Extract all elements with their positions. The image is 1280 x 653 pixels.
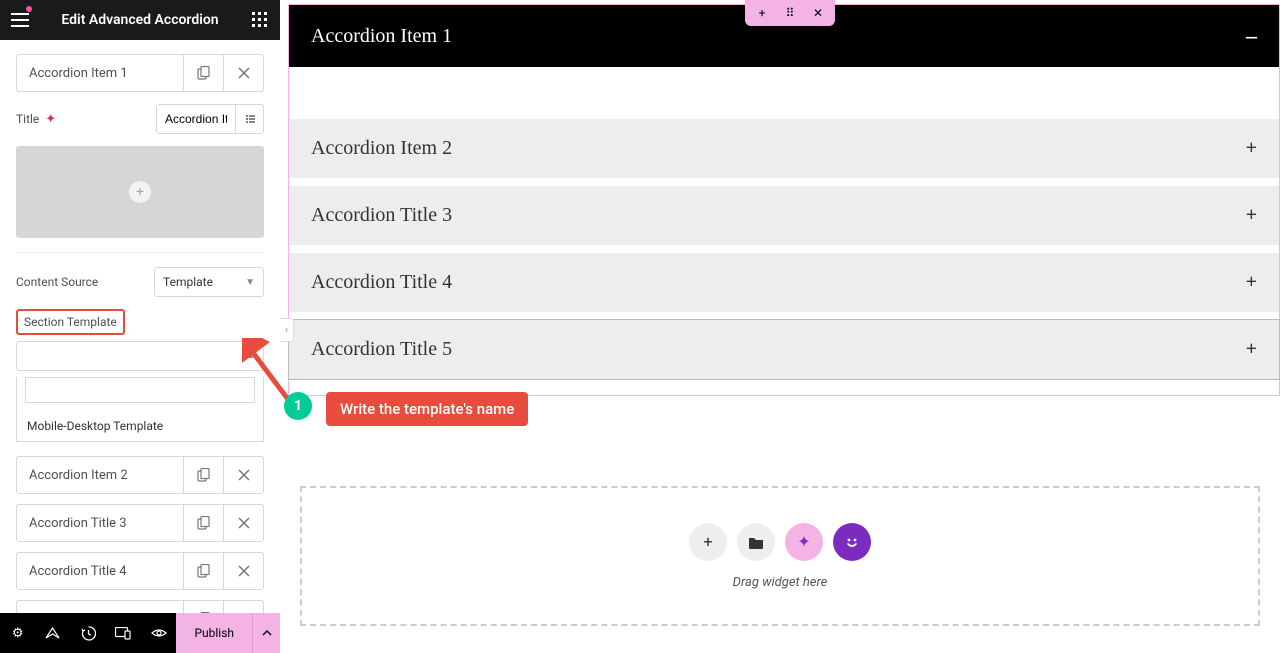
widget-dropzone[interactable]: + ✦ Drag widget here	[300, 486, 1260, 626]
dynamic-tags-icon[interactable]	[235, 105, 263, 133]
navigator-icon[interactable]	[35, 613, 70, 653]
apps-grid-icon[interactable]	[248, 8, 272, 32]
repeater-item-3[interactable]: Accordion Title 3	[16, 504, 264, 542]
section-template-dropdown: Mobile-Desktop Template	[16, 377, 264, 442]
image-upload[interactable]: +	[16, 146, 264, 238]
section-toolbar: + ⠿ ✕	[745, 0, 835, 26]
notification-dot-icon	[26, 6, 32, 12]
template-search-input[interactable]	[25, 377, 255, 403]
repeater-item-label: Accordion Item 1	[17, 66, 183, 81]
add-section-icon[interactable]: +	[753, 4, 771, 22]
dropzone-actions: + ✦	[689, 523, 871, 561]
expand-icon: +	[1246, 271, 1257, 294]
duplicate-icon[interactable]	[183, 55, 223, 91]
ai-sparkle-icon[interactable]: ✦	[785, 523, 823, 561]
divider	[16, 252, 264, 253]
content-source-label: Content Source	[16, 275, 98, 289]
section-template-label: Section Template	[16, 309, 125, 335]
repeater-item-label: Accordion Title 3	[17, 516, 183, 531]
expand-icon: +	[1246, 338, 1257, 361]
annotation-label: Write the template's name	[326, 392, 528, 426]
responsive-icon[interactable]	[106, 613, 141, 653]
title-input[interactable]	[157, 105, 235, 133]
accordion-item[interactable]: Accordion Title 5 +	[289, 320, 1279, 379]
publish-options-icon[interactable]	[252, 613, 280, 653]
accordion-item-title: Accordion Title 5	[311, 338, 452, 361]
duplicate-icon[interactable]	[183, 553, 223, 589]
elementor-face-icon[interactable]	[833, 523, 871, 561]
close-icon[interactable]	[223, 601, 263, 613]
annotation-step-badge: 1	[284, 392, 312, 420]
collapse-sidebar-icon[interactable]: ‹	[280, 318, 294, 342]
content-source-select[interactable]: Template ▼	[154, 267, 264, 297]
add-image-icon: +	[129, 181, 151, 203]
content-source-value: Template	[163, 275, 213, 289]
expand-icon: +	[1246, 137, 1257, 160]
dropzone-text: Drag widget here	[733, 575, 828, 590]
panel-title: Edit Advanced Accordion	[32, 12, 248, 28]
repeater-item-1[interactable]: Accordion Item 1	[16, 54, 264, 92]
accordion-item-title: Accordion Title 4	[311, 271, 452, 294]
close-icon[interactable]	[223, 553, 263, 589]
accordion-header-title: Accordion Item 1	[311, 25, 452, 48]
sidebar-footer: ⚙ Publish	[0, 613, 280, 653]
title-field-row: Title ✦	[16, 104, 264, 134]
accordion-item[interactable]: Accordion Title 3 +	[289, 186, 1279, 245]
add-widget-icon[interactable]: +	[689, 523, 727, 561]
repeater-item-label: Accordion Item 2	[17, 468, 183, 483]
preview-canvas: + ⠿ ✕ Accordion Item 1 – Accordion Item …	[280, 0, 1280, 653]
close-icon[interactable]	[223, 55, 263, 91]
accordion-widget: Accordion Item 1 – Accordion Item 2 + Acc…	[288, 4, 1280, 396]
duplicate-icon[interactable]	[183, 505, 223, 541]
editor-sidebar: Edit Advanced Accordion Accordion Item 1…	[0, 0, 280, 653]
publish-button[interactable]: Publish	[176, 613, 252, 653]
sidebar-header: Edit Advanced Accordion	[0, 0, 280, 40]
repeater-item-2[interactable]: Accordion Item 2	[16, 456, 264, 494]
drag-section-icon[interactable]: ⠿	[781, 4, 799, 22]
publish-group: Publish	[176, 613, 280, 653]
collapse-icon: –	[1246, 23, 1257, 49]
settings-icon[interactable]: ⚙	[0, 613, 35, 653]
template-library-icon[interactable]	[737, 523, 775, 561]
repeater-item-label: Accordion Title 4	[17, 564, 183, 579]
preview-icon[interactable]	[141, 613, 176, 653]
accordion-item-title: Accordion Title 3	[311, 204, 452, 227]
section-template-select[interactable]: ▲	[16, 341, 264, 371]
duplicate-icon[interactable]	[183, 601, 223, 613]
ai-sparkle-icon: ✦	[45, 112, 56, 127]
accordion-item[interactable]: Accordion Item 2 +	[289, 119, 1279, 178]
accordion-body	[289, 67, 1279, 111]
chevron-up-icon: ▲	[245, 350, 255, 361]
template-option[interactable]: Mobile-Desktop Template	[17, 411, 263, 441]
close-icon[interactable]	[223, 505, 263, 541]
repeater-item-4[interactable]: Accordion Title 4	[16, 552, 264, 590]
sidebar-content: Accordion Item 1 Title ✦ + Content Sourc…	[0, 40, 280, 613]
expand-icon: +	[1246, 204, 1257, 227]
repeater-item-5[interactable]: Accordion Title 5	[16, 600, 264, 613]
close-icon[interactable]	[223, 457, 263, 493]
accordion-item[interactable]: Accordion Title 4 +	[289, 253, 1279, 312]
delete-section-icon[interactable]: ✕	[809, 4, 827, 22]
title-input-group	[156, 104, 264, 134]
chevron-down-icon: ▼	[245, 277, 255, 288]
history-icon[interactable]	[71, 613, 106, 653]
content-source-row: Content Source Template ▼	[16, 267, 264, 297]
duplicate-icon[interactable]	[183, 457, 223, 493]
accordion-item-title: Accordion Item 2	[311, 137, 452, 160]
title-label: Title	[16, 112, 39, 126]
